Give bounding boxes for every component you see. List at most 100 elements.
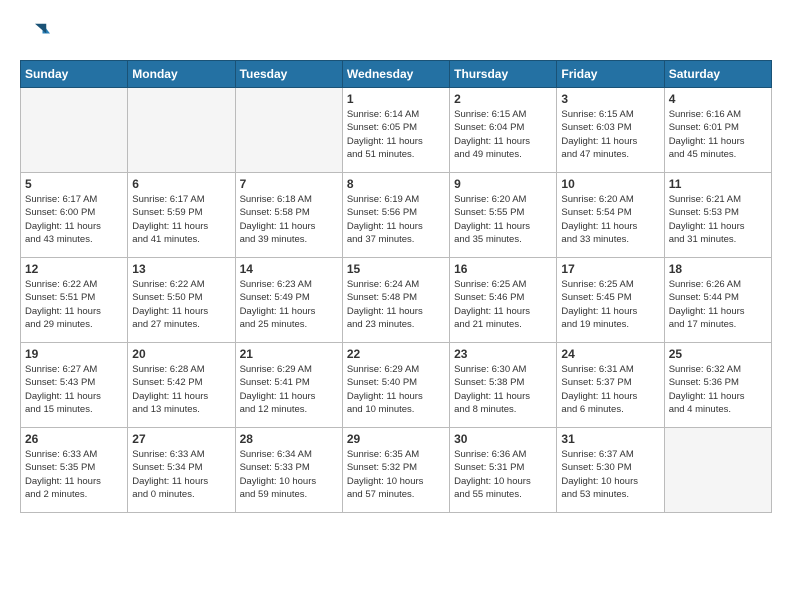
- calendar-week-5: 26Sunrise: 6:33 AM Sunset: 5:35 PM Dayli…: [21, 428, 772, 513]
- page: SundayMondayTuesdayWednesdayThursdayFrid…: [0, 0, 792, 612]
- calendar-cell: 7 Sunrise: 6:18 AM Sunset: 5:58 PM Daylig…: [235, 173, 342, 258]
- day-info: Sunrise: 6:30 AM Sunset: 5:38 PM Dayligh…: [454, 363, 552, 416]
- calendar-cell: 4 Sunrise: 6:16 AM Sunset: 6:01 PM Daylig…: [664, 88, 771, 173]
- calendar-header-sunday: Sunday: [21, 61, 128, 88]
- calendar-cell: 5Sunrise: 6:17 AM Sunset: 6:00 PM Daylig…: [21, 173, 128, 258]
- day-info: Sunrise: 6:27 AM Sunset: 5:43 PM Dayligh…: [25, 363, 123, 416]
- day-number: 27: [132, 432, 230, 446]
- day-number: 16: [454, 262, 552, 276]
- day-info: Sunrise: 6:17 AM Sunset: 6:00 PM Dayligh…: [25, 193, 123, 246]
- day-number: 15: [347, 262, 445, 276]
- day-number: 3: [561, 92, 659, 106]
- calendar-header-wednesday: Wednesday: [342, 61, 449, 88]
- calendar-cell: 29Sunrise: 6:35 AM Sunset: 5:32 PM Dayli…: [342, 428, 449, 513]
- day-number: 22: [347, 347, 445, 361]
- calendar-cell: 14Sunrise: 6:23 AM Sunset: 5:49 PM Dayli…: [235, 258, 342, 343]
- calendar-header-row: SundayMondayTuesdayWednesdayThursdayFrid…: [21, 61, 772, 88]
- calendar-cell: 2 Sunrise: 6:15 AM Sunset: 6:04 PM Daylig…: [450, 88, 557, 173]
- day-number: 25: [669, 347, 767, 361]
- day-number: 26: [25, 432, 123, 446]
- day-number: 18: [669, 262, 767, 276]
- calendar-cell: 16 Sunrise: 6:25 AM Sunset: 5:46 PM Dayli…: [450, 258, 557, 343]
- calendar-cell: 6Sunrise: 6:17 AM Sunset: 5:59 PM Daylig…: [128, 173, 235, 258]
- calendar-cell: 13Sunrise: 6:22 AM Sunset: 5:50 PM Dayli…: [128, 258, 235, 343]
- calendar-header-tuesday: Tuesday: [235, 61, 342, 88]
- header: [20, 20, 772, 50]
- calendar-cell: 22Sunrise: 6:29 AM Sunset: 5:40 PM Dayli…: [342, 343, 449, 428]
- calendar-cell: 12 Sunrise: 6:22 AM Sunset: 5:51 PM Dayli…: [21, 258, 128, 343]
- day-number: 12: [25, 262, 123, 276]
- calendar-cell: 9 Sunrise: 6:20 AM Sunset: 5:55 PM Daylig…: [450, 173, 557, 258]
- calendar-header-thursday: Thursday: [450, 61, 557, 88]
- day-number: 1: [347, 92, 445, 106]
- calendar-header-saturday: Saturday: [664, 61, 771, 88]
- day-number: 17: [561, 262, 659, 276]
- day-number: 21: [240, 347, 338, 361]
- day-number: 23: [454, 347, 552, 361]
- calendar-cell: 27Sunrise: 6:33 AM Sunset: 5:34 PM Dayli…: [128, 428, 235, 513]
- day-number: 31: [561, 432, 659, 446]
- calendar-cell: 25 Sunrise: 6:32 AM Sunset: 5:36 PM Dayli…: [664, 343, 771, 428]
- calendar-cell: 3 Sunrise: 6:15 AM Sunset: 6:03 PM Daylig…: [557, 88, 664, 173]
- day-info: Sunrise: 6:18 AM Sunset: 5:58 PM Dayligh…: [240, 193, 338, 246]
- day-info: Sunrise: 6:24 AM Sunset: 5:48 PM Dayligh…: [347, 278, 445, 331]
- day-number: 13: [132, 262, 230, 276]
- calendar-week-3: 12 Sunrise: 6:22 AM Sunset: 5:51 PM Dayli…: [21, 258, 772, 343]
- calendar-cell: 11 Sunrise: 6:21 AM Sunset: 5:53 PM Dayli…: [664, 173, 771, 258]
- day-info: Sunrise: 6:25 AM Sunset: 5:45 PM Dayligh…: [561, 278, 659, 331]
- day-number: 11: [669, 177, 767, 191]
- calendar-cell: 23 Sunrise: 6:30 AM Sunset: 5:38 PM Dayli…: [450, 343, 557, 428]
- calendar-cell: [21, 88, 128, 173]
- calendar-week-2: 5Sunrise: 6:17 AM Sunset: 6:00 PM Daylig…: [21, 173, 772, 258]
- day-info: Sunrise: 6:25 AM Sunset: 5:46 PM Dayligh…: [454, 278, 552, 331]
- calendar-header-friday: Friday: [557, 61, 664, 88]
- calendar-cell: 1Sunrise: 6:14 AM Sunset: 6:05 PM Daylig…: [342, 88, 449, 173]
- day-info: Sunrise: 6:36 AM Sunset: 5:31 PM Dayligh…: [454, 448, 552, 501]
- day-number: 8: [347, 177, 445, 191]
- day-info: Sunrise: 6:22 AM Sunset: 5:51 PM Dayligh…: [25, 278, 123, 331]
- calendar-cell: 21 Sunrise: 6:29 AM Sunset: 5:41 PM Dayli…: [235, 343, 342, 428]
- day-number: 4: [669, 92, 767, 106]
- calendar-cell: 28Sunrise: 6:34 AM Sunset: 5:33 PM Dayli…: [235, 428, 342, 513]
- day-info: Sunrise: 6:17 AM Sunset: 5:59 PM Dayligh…: [132, 193, 230, 246]
- day-info: Sunrise: 6:20 AM Sunset: 5:54 PM Dayligh…: [561, 193, 659, 246]
- day-number: 7: [240, 177, 338, 191]
- day-number: 24: [561, 347, 659, 361]
- calendar-cell: 24 Sunrise: 6:31 AM Sunset: 5:37 PM Dayli…: [557, 343, 664, 428]
- day-info: Sunrise: 6:21 AM Sunset: 5:53 PM Dayligh…: [669, 193, 767, 246]
- day-number: 19: [25, 347, 123, 361]
- day-info: Sunrise: 6:34 AM Sunset: 5:33 PM Dayligh…: [240, 448, 338, 501]
- calendar-cell: 20Sunrise: 6:28 AM Sunset: 5:42 PM Dayli…: [128, 343, 235, 428]
- calendar-cell: 15 Sunrise: 6:24 AM Sunset: 5:48 PM Dayli…: [342, 258, 449, 343]
- calendar-cell: 18 Sunrise: 6:26 AM Sunset: 5:44 PM Dayli…: [664, 258, 771, 343]
- calendar-cell: [664, 428, 771, 513]
- calendar-cell: 30 Sunrise: 6:36 AM Sunset: 5:31 PM Dayli…: [450, 428, 557, 513]
- day-info: Sunrise: 6:15 AM Sunset: 6:04 PM Dayligh…: [454, 108, 552, 161]
- day-number: 10: [561, 177, 659, 191]
- day-info: Sunrise: 6:15 AM Sunset: 6:03 PM Dayligh…: [561, 108, 659, 161]
- day-number: 2: [454, 92, 552, 106]
- calendar-week-1: 1Sunrise: 6:14 AM Sunset: 6:05 PM Daylig…: [21, 88, 772, 173]
- calendar-cell: 31 Sunrise: 6:37 AM Sunset: 5:30 PM Dayli…: [557, 428, 664, 513]
- day-info: Sunrise: 6:16 AM Sunset: 6:01 PM Dayligh…: [669, 108, 767, 161]
- day-number: 30: [454, 432, 552, 446]
- day-number: 9: [454, 177, 552, 191]
- calendar-cell: 17 Sunrise: 6:25 AM Sunset: 5:45 PM Dayli…: [557, 258, 664, 343]
- day-info: Sunrise: 6:20 AM Sunset: 5:55 PM Dayligh…: [454, 193, 552, 246]
- day-number: 29: [347, 432, 445, 446]
- day-info: Sunrise: 6:37 AM Sunset: 5:30 PM Dayligh…: [561, 448, 659, 501]
- day-info: Sunrise: 6:19 AM Sunset: 5:56 PM Dayligh…: [347, 193, 445, 246]
- day-info: Sunrise: 6:26 AM Sunset: 5:44 PM Dayligh…: [669, 278, 767, 331]
- calendar-header-monday: Monday: [128, 61, 235, 88]
- calendar-week-4: 19 Sunrise: 6:27 AM Sunset: 5:43 PM Dayli…: [21, 343, 772, 428]
- day-info: Sunrise: 6:23 AM Sunset: 5:49 PM Dayligh…: [240, 278, 338, 331]
- calendar-cell: 26Sunrise: 6:33 AM Sunset: 5:35 PM Dayli…: [21, 428, 128, 513]
- logo: [20, 20, 55, 50]
- day-info: Sunrise: 6:32 AM Sunset: 5:36 PM Dayligh…: [669, 363, 767, 416]
- logo-icon: [20, 20, 50, 50]
- day-info: Sunrise: 6:29 AM Sunset: 5:41 PM Dayligh…: [240, 363, 338, 416]
- calendar-cell: 8 Sunrise: 6:19 AM Sunset: 5:56 PM Daylig…: [342, 173, 449, 258]
- day-info: Sunrise: 6:28 AM Sunset: 5:42 PM Dayligh…: [132, 363, 230, 416]
- day-info: Sunrise: 6:31 AM Sunset: 5:37 PM Dayligh…: [561, 363, 659, 416]
- calendar-cell: 10 Sunrise: 6:20 AM Sunset: 5:54 PM Dayli…: [557, 173, 664, 258]
